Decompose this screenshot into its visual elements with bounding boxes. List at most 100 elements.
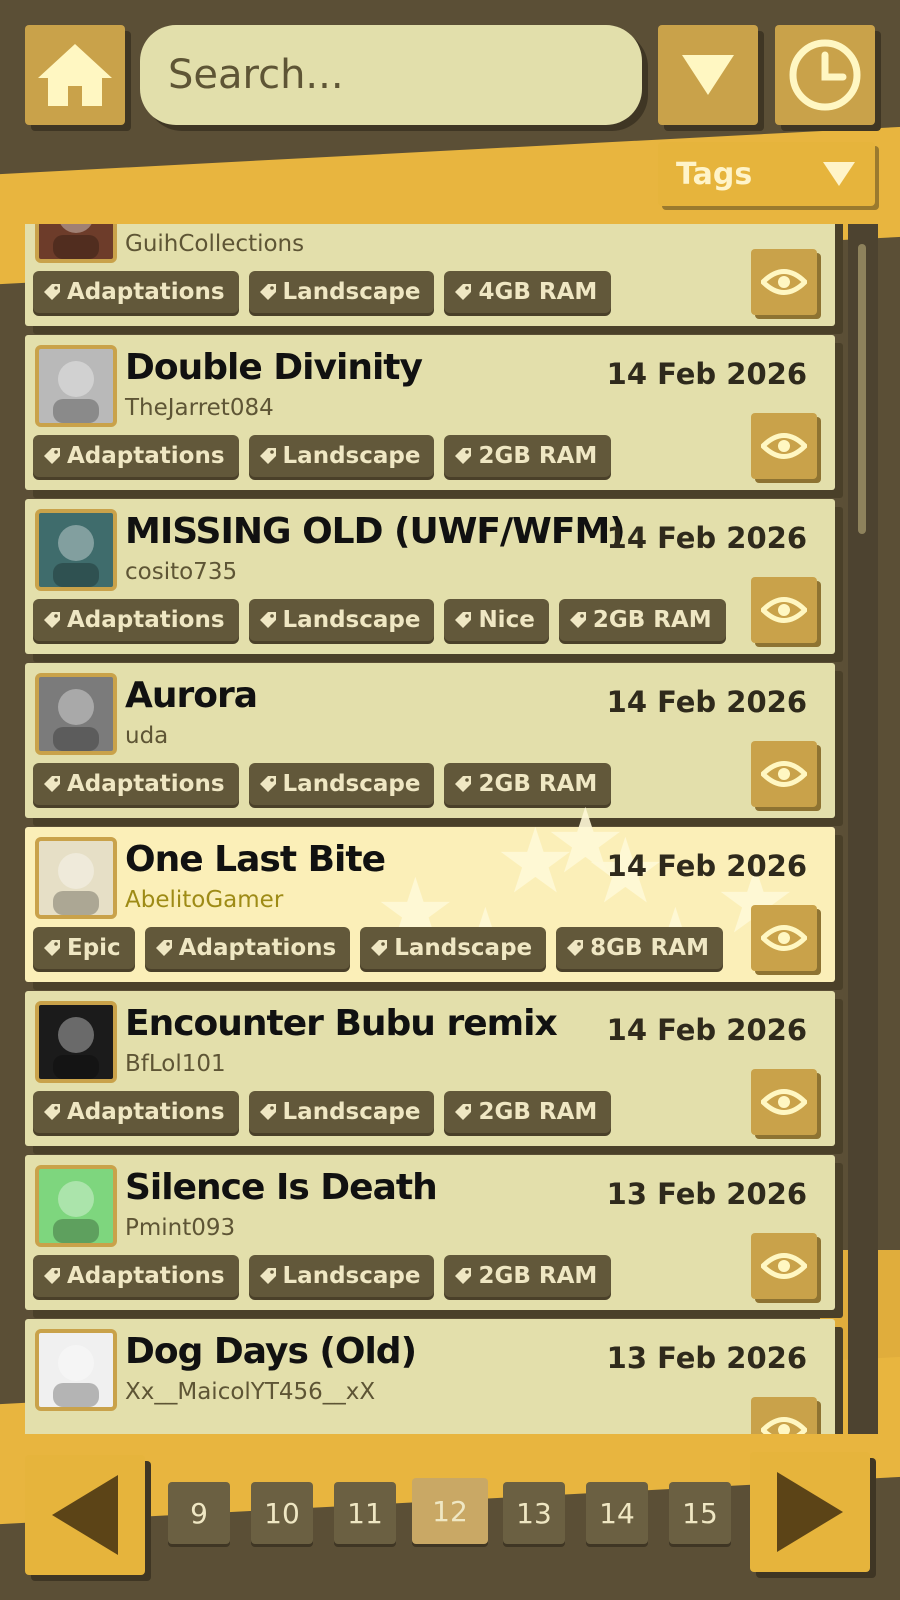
view-mod-button[interactable] xyxy=(751,1069,817,1135)
tag-chip[interactable]: Landscape xyxy=(248,271,435,313)
mod-card[interactable]: Dog Days (Old) Xx__MaicolYT456__xX 13 Fe… xyxy=(25,1319,835,1434)
tag-icon xyxy=(455,776,472,792)
tag-chip[interactable]: 4GB RAM xyxy=(444,271,612,313)
avatar-portrait-icon xyxy=(53,224,99,259)
mod-card[interactable]: Silence Is Death Pmint093 13 Feb 2026 Ad… xyxy=(25,1155,835,1310)
tag-chip[interactable]: 2GB RAM xyxy=(444,435,612,477)
page-number-label: 9 xyxy=(190,1496,208,1530)
tag-chip[interactable]: Epic xyxy=(33,927,135,969)
tag-label: Epic xyxy=(67,935,121,961)
sort-dropdown-button[interactable] xyxy=(658,25,758,125)
tag-label: 2GB RAM xyxy=(478,1099,598,1125)
tag-icon xyxy=(455,612,472,628)
eye-icon xyxy=(761,1253,807,1279)
page-number-button[interactable]: 14 xyxy=(586,1482,648,1544)
view-mod-button[interactable] xyxy=(751,413,817,479)
mod-author: uda xyxy=(125,723,169,749)
mod-card[interactable]: Past Old Frost GuihCollections 14 Feb 20… xyxy=(25,224,835,326)
view-mod-button[interactable] xyxy=(751,741,817,807)
tag-chip[interactable]: 2GB RAM xyxy=(444,1255,612,1297)
tag-chip[interactable]: Landscape xyxy=(248,763,435,805)
scrollbar-thumb[interactable] xyxy=(858,244,866,534)
page-number-label: 15 xyxy=(682,1496,718,1530)
tag-chip[interactable]: Adaptations xyxy=(144,927,351,969)
page-number-label: 11 xyxy=(347,1496,383,1530)
tag-icon xyxy=(259,1104,276,1120)
mod-card[interactable]: Encounter Bubu remix BfLol101 14 Feb 202… xyxy=(25,991,835,1146)
mod-date: 14 Feb 2026 xyxy=(606,521,807,555)
tag-chip[interactable]: Adaptations xyxy=(33,435,239,477)
tag-chip[interactable]: Adaptations xyxy=(33,271,239,313)
page-number-button[interactable]: 15 xyxy=(669,1482,731,1544)
mod-avatar xyxy=(35,1001,117,1083)
avatar-portrait-icon xyxy=(53,1345,99,1407)
avatar-portrait-icon xyxy=(53,525,99,587)
view-mod-button[interactable] xyxy=(751,905,817,971)
tags-filter-button[interactable]: Tags xyxy=(658,142,875,206)
tag-icon xyxy=(155,940,172,956)
tag-row: Adaptations Landscape Nice 2GB RAM xyxy=(33,599,726,641)
mod-author: TheJarret084 xyxy=(125,395,274,421)
mod-date: 13 Feb 2026 xyxy=(606,1177,807,1211)
view-mod-button[interactable] xyxy=(751,249,817,315)
tag-row: Adaptations Landscape 2GB RAM xyxy=(33,1255,612,1297)
tag-chip[interactable]: 2GB RAM xyxy=(558,599,726,641)
avatar-portrait-icon xyxy=(53,853,99,915)
mod-list[interactable]: Past Old Frost GuihCollections 14 Feb 20… xyxy=(25,224,850,1434)
page-number-button[interactable]: 13 xyxy=(503,1482,565,1544)
search-input[interactable] xyxy=(168,52,608,98)
view-mod-button[interactable] xyxy=(751,577,817,643)
view-mod-button[interactable] xyxy=(751,1233,817,1299)
home-button[interactable] xyxy=(25,25,125,125)
tag-label: Nice xyxy=(478,607,535,633)
mod-card[interactable]: Double Divinity TheJarret084 14 Feb 2026… xyxy=(25,335,835,490)
eye-icon xyxy=(761,433,807,459)
tag-chip[interactable]: Nice xyxy=(444,599,549,641)
tag-label: 8GB RAM xyxy=(590,935,709,961)
mod-card[interactable]: MISSING OLD (UWF/WFM) cosito735 14 Feb 2… xyxy=(25,499,835,654)
eye-icon xyxy=(761,597,807,623)
tag-chip[interactable]: Adaptations xyxy=(33,599,239,641)
page-number-button[interactable]: 10 xyxy=(251,1482,313,1544)
tag-chip[interactable]: Landscape xyxy=(248,599,435,641)
mod-author: AbelitoGamer xyxy=(125,887,284,913)
tag-chip[interactable]: Landscape xyxy=(360,927,547,969)
clock-icon xyxy=(789,39,861,111)
tag-icon xyxy=(259,776,276,792)
mod-date: 14 Feb 2026 xyxy=(606,685,807,719)
tag-chip[interactable]: Adaptations xyxy=(33,763,239,805)
view-mod-button[interactable] xyxy=(751,1397,817,1434)
triangle-left-icon xyxy=(52,1475,118,1555)
mod-date: 14 Feb 2026 xyxy=(606,849,807,883)
mod-title: Encounter Bubu remix xyxy=(125,1003,558,1044)
page-number-button[interactable]: 12 xyxy=(412,1478,488,1544)
page-number-button[interactable]: 11 xyxy=(334,1482,396,1544)
tag-chip[interactable]: Adaptations xyxy=(33,1091,239,1133)
tag-chip[interactable]: Landscape xyxy=(248,1091,435,1133)
mod-avatar xyxy=(35,224,117,263)
previous-page-button[interactable] xyxy=(25,1455,145,1575)
mod-avatar xyxy=(35,837,117,919)
tag-row: Adaptations Landscape 2GB RAM xyxy=(33,1091,612,1133)
mod-avatar xyxy=(35,345,117,427)
page-number-label: 12 xyxy=(432,1494,468,1528)
tag-chip[interactable]: Landscape xyxy=(248,435,435,477)
tag-row: Epic Adaptations Landscape 8GB RAM xyxy=(33,927,723,969)
tag-chip[interactable]: 8GB RAM xyxy=(556,927,723,969)
page-number-button[interactable]: 9 xyxy=(168,1482,230,1544)
triangle-right-icon xyxy=(777,1472,843,1552)
tag-icon xyxy=(259,1268,276,1284)
tag-icon xyxy=(259,448,276,464)
mod-title: Silence Is Death xyxy=(125,1167,438,1208)
tag-icon xyxy=(44,776,60,792)
history-button[interactable] xyxy=(775,25,875,125)
tag-chip[interactable]: Adaptations xyxy=(33,1255,239,1297)
tag-chip[interactable]: 2GB RAM xyxy=(444,1091,612,1133)
next-page-button[interactable] xyxy=(750,1452,870,1572)
tag-icon xyxy=(455,1268,472,1284)
mod-card[interactable]: ★★★★★★★ One Last Bite AbelitoGamer 14 Fe… xyxy=(25,797,835,987)
search-bar[interactable] xyxy=(140,25,642,125)
tag-label: Adaptations xyxy=(67,771,225,797)
tag-chip[interactable]: Landscape xyxy=(248,1255,435,1297)
mod-card[interactable]: Aurora uda 14 Feb 2026 Adaptations Landsc… xyxy=(25,663,835,818)
